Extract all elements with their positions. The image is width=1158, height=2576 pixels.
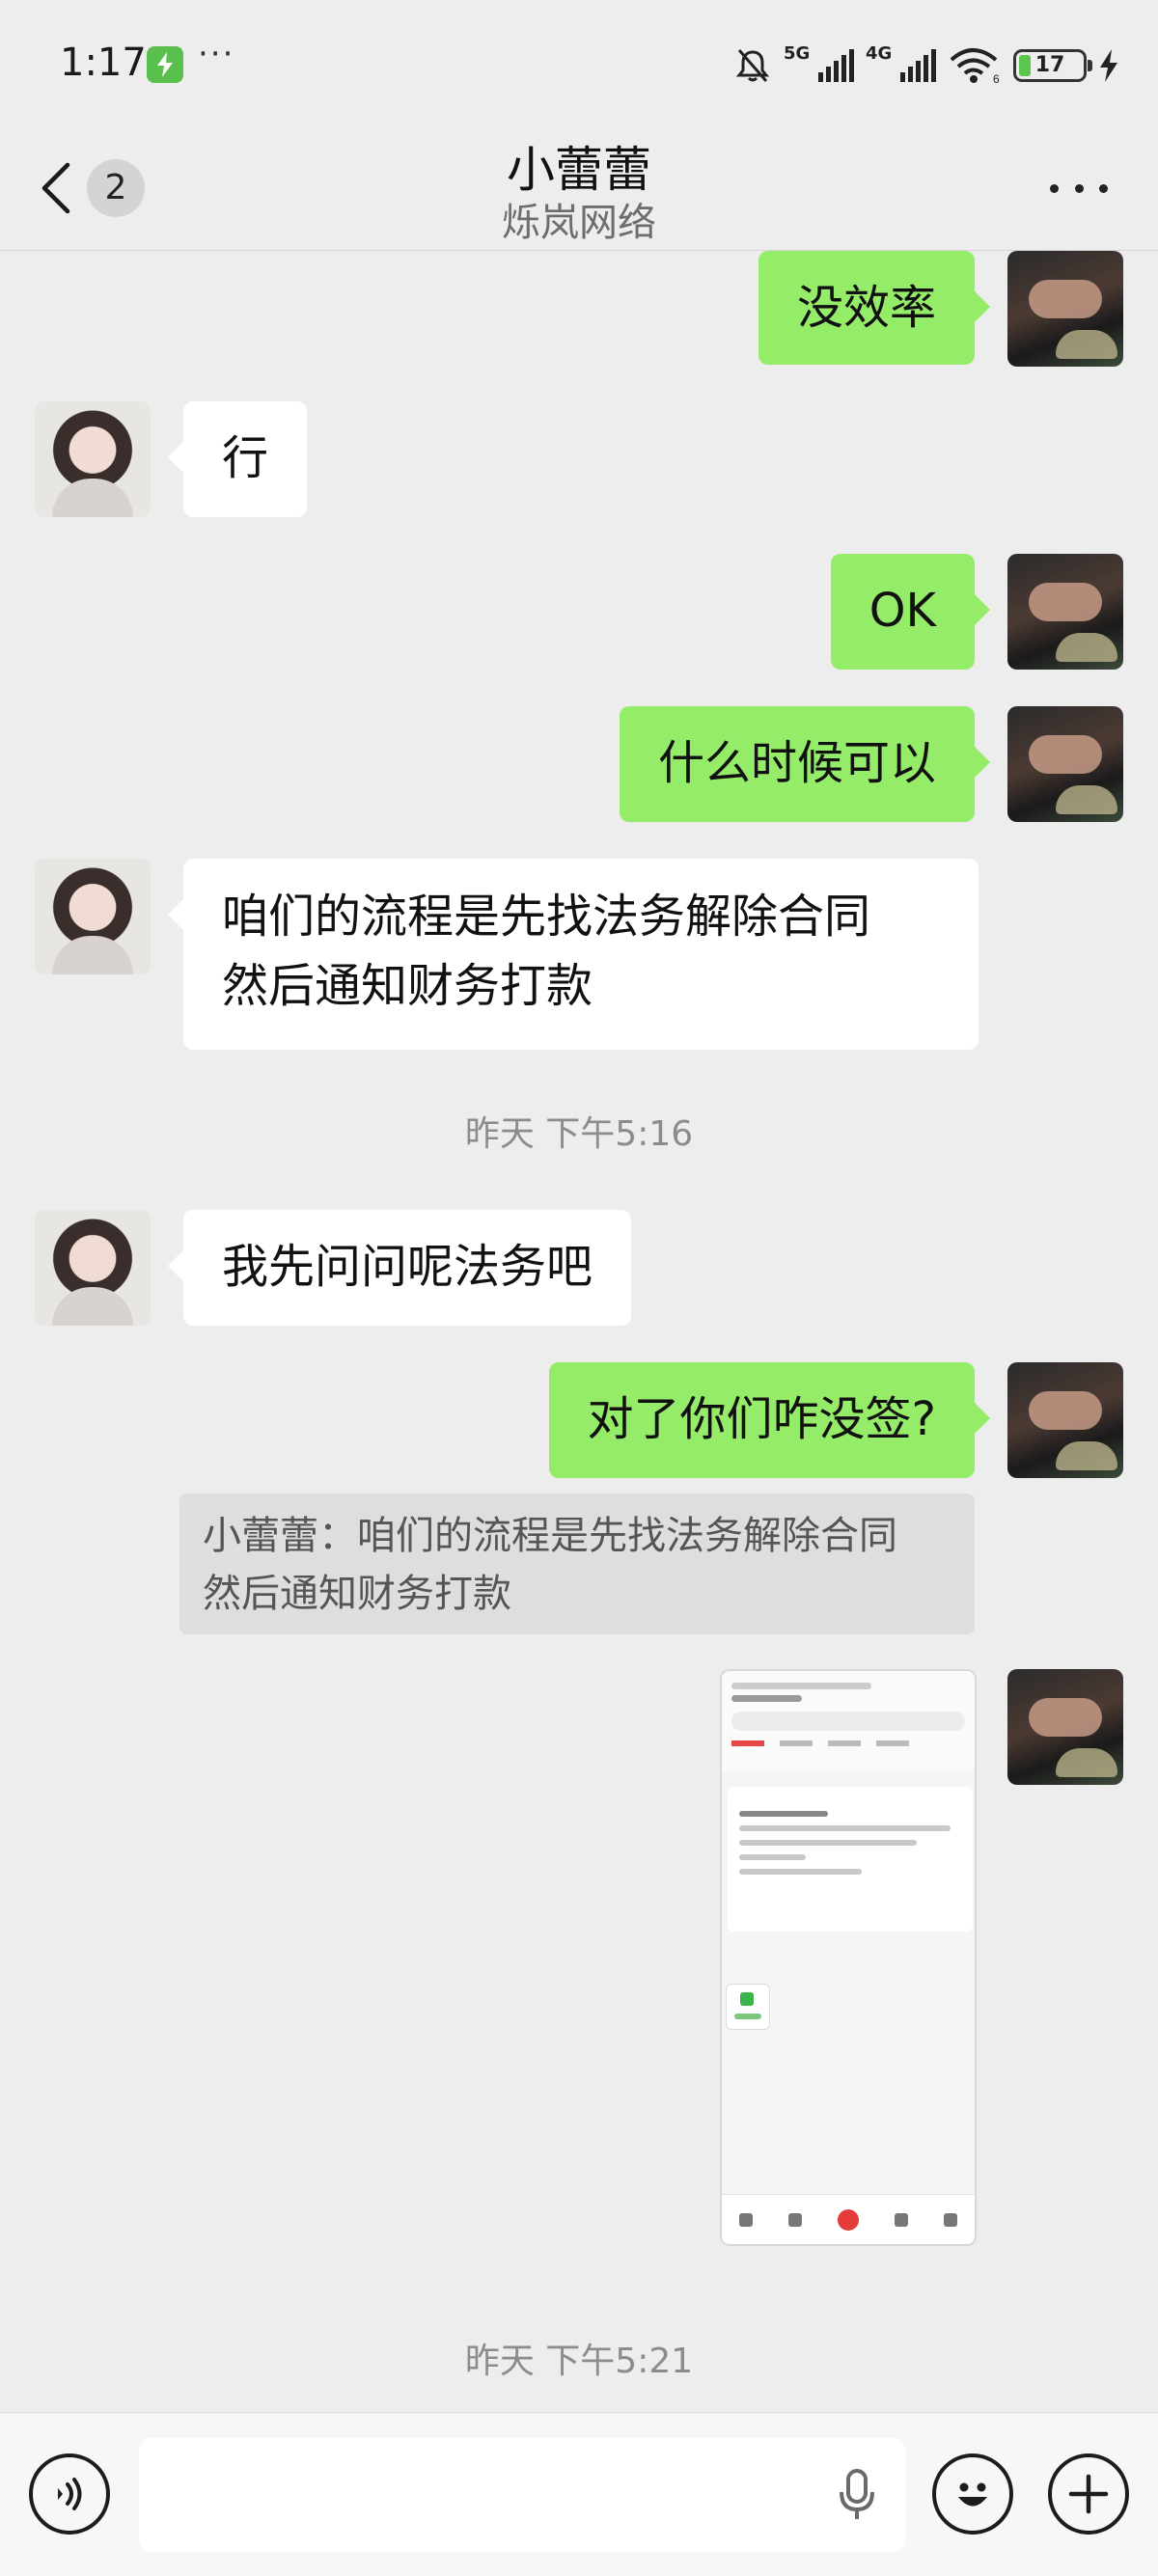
my-avatar[interactable] [1007,1669,1123,1785]
message-text: 行 [222,431,269,485]
back-icon [41,162,70,214]
message-text: 什么时候可以 [657,736,936,790]
chat-screen: 1:17 ··· 5G 4G 6 17 2 小蕾蕾 烁岚网络 没效率 行 OK … [0,0,1158,2576]
message-text-line: 然后通知财务打款 [222,959,593,1013]
mute-bell-icon [735,49,770,82]
contact-avatar[interactable] [35,1210,151,1326]
voice-button[interactable] [29,2453,110,2535]
svg-text:6: 6 [993,72,1000,85]
more-button[interactable] [1050,164,1108,212]
microphone-button[interactable] [836,2467,878,2527]
back-button[interactable]: 2 [39,150,164,227]
status-bar: 1:17 ··· 5G 4G 6 17 [0,0,1158,125]
my-avatar[interactable] [1007,554,1123,670]
status-icons: 5G 4G 6 17 [733,42,1119,89]
battery-icon: 17 [1013,49,1092,82]
plus-button[interactable] [1048,2453,1129,2535]
message-bubble-sent[interactable]: 对了你们咋没签? [548,1362,991,1478]
message-timestamp: 昨天 下午5:21 [464,2342,694,2381]
wifi-icon: 6 [950,48,1000,85]
message-text-line: 咱们的流程是先找法务解除合同 [222,890,871,944]
charging-app-icon [147,46,183,83]
image-message[interactable] [720,1669,977,2246]
message-bubble-sent[interactable]: OK [830,554,991,670]
unread-count-badge: 2 [87,159,145,217]
message-text: 对了你们咋没签? [587,1392,936,1446]
voice-icon [58,2478,82,2510]
message-timestamp: 昨天 下午5:16 [464,1114,694,1154]
quote-text-line: 小蕾蕾：咱们的流程是先找法务解除合同 [203,1514,897,1558]
signal-4g-icon: 4G [866,43,936,82]
input-bar [0,2412,1158,2576]
message-text: 我先问问呢法务吧 [222,1240,593,1294]
emoji-button[interactable] [932,2453,1013,2535]
quoted-message[interactable]: 小蕾蕾：咱们的流程是先找法务解除合同 然后通知财务打款 [179,1494,975,1634]
message-bubble-received[interactable]: 我先问问呢法务吧 [167,1210,632,1326]
quote-text-line: 然后通知财务打款 [203,1572,511,1616]
emoji-icon [958,2482,987,2507]
message-bubble-received[interactable]: 行 [167,401,308,517]
status-more-dots: ··· [198,35,235,73]
message-text: 没效率 [796,281,936,335]
message-input[interactable] [139,2438,905,2552]
chat-header: 2 小蕾蕾 烁岚网络 [0,125,1158,251]
message-bubble-received[interactable]: 咱们的流程是先找法务解除合同 然后通知财务打款 [168,859,979,1050]
plus-icon [1068,2474,1109,2514]
my-avatar[interactable] [1007,706,1123,822]
status-time: 1:17 [60,41,147,85]
my-avatar[interactable] [1007,1362,1123,1478]
microphone-icon [840,2469,874,2519]
signal-5g-icon: 5G [784,43,854,82]
message-text: OK [868,584,936,638]
chat-subtitle: 烁岚网络 [502,201,656,245]
more-icon [1050,183,1059,193]
message-bubble-sent[interactable]: 什么时候可以 [619,706,991,822]
contact-avatar[interactable] [35,859,151,974]
message-bubble-sent[interactable]: 没效率 [758,251,991,365]
charging-bolt-icon [1100,49,1117,82]
contact-avatar[interactable] [35,401,151,517]
my-avatar[interactable] [1007,251,1123,367]
